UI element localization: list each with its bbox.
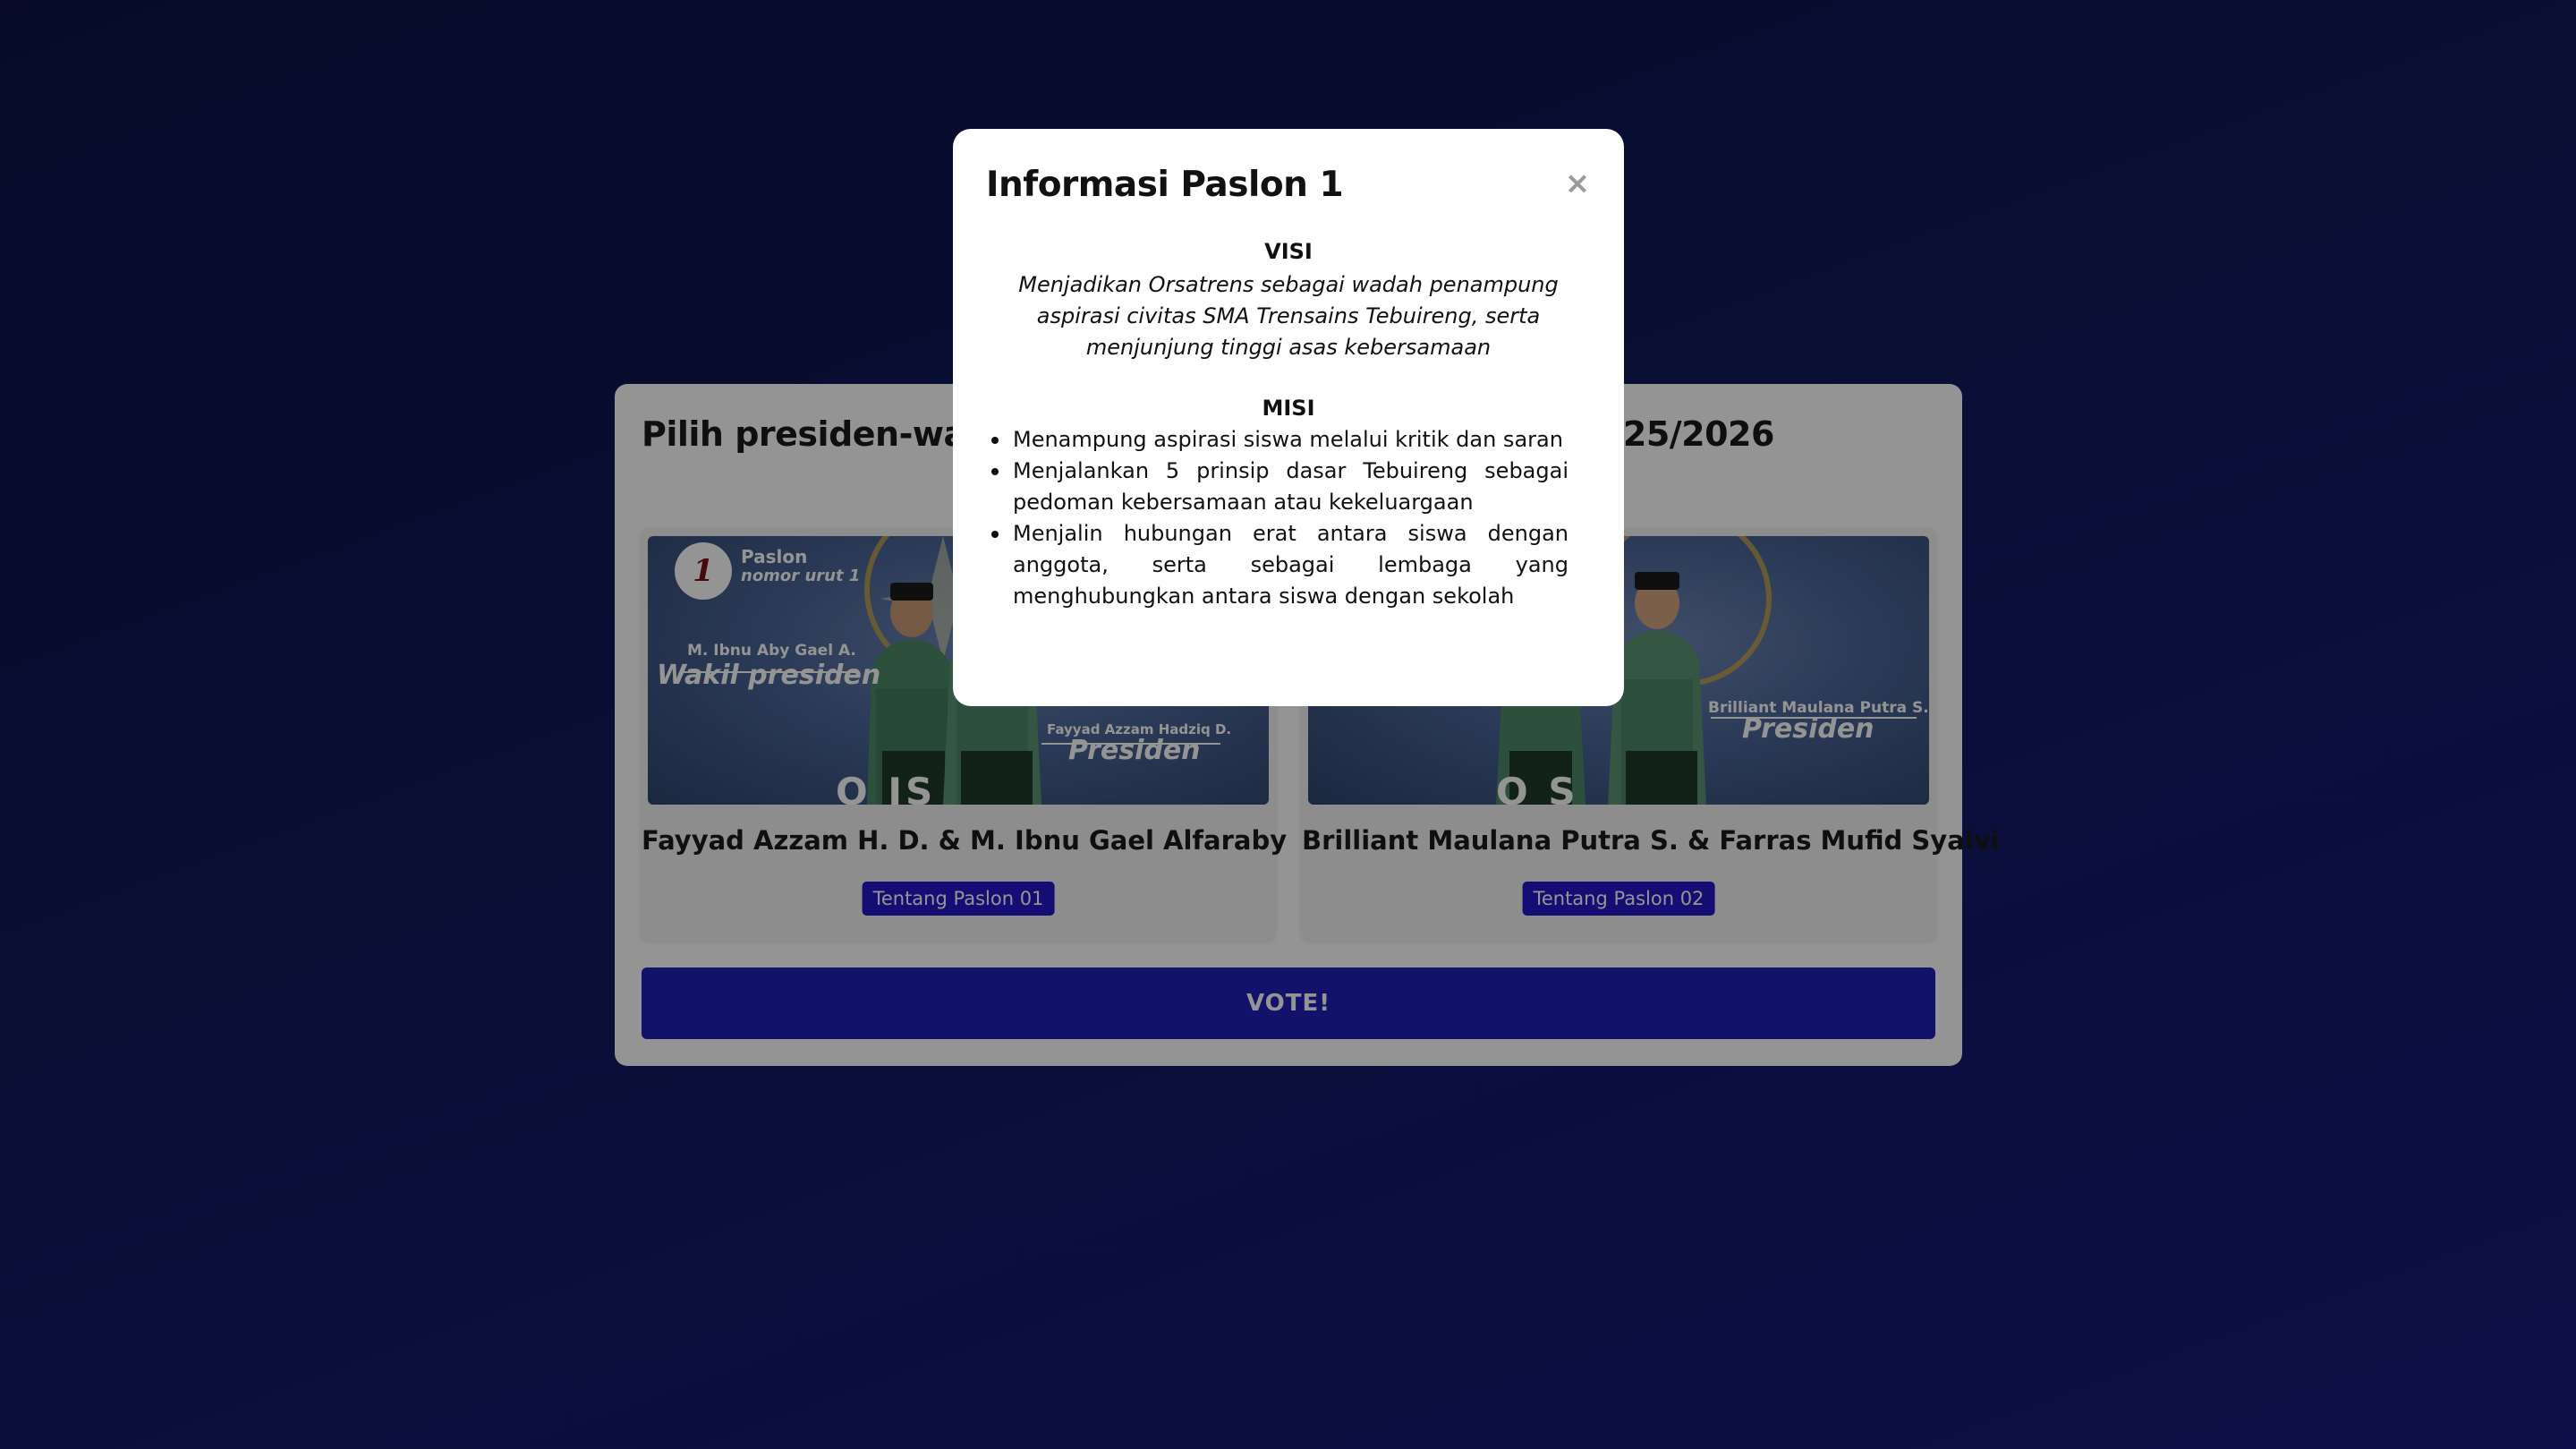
visi-text: Menjadikan Orsatrens sebagai wadah penam… [1018,272,1559,360]
visi-heading: VISI [1264,239,1313,264]
close-icon[interactable]: × [1564,168,1591,199]
modal-title: Informasi Paslon 1 [986,165,1344,205]
misi-heading: MISI [1262,396,1315,421]
paslon-info-modal: Informasi Paslon 1 × VISI Menjadikan Ors… [953,129,1624,706]
misi-list: Menampung aspirasi siswa melalui kritik … [980,424,1569,612]
page-background: Pilih presiden-wakil presiden OSIS Masa … [0,0,2576,1449]
misi-item: Menjalin hubungan erat antara siswa deng… [991,518,1569,612]
misi-item: Menampung aspirasi siswa melalui kritik … [991,424,1569,456]
misi-item: Menjalankan 5 prinsip dasar Tebuireng se… [991,456,1569,518]
